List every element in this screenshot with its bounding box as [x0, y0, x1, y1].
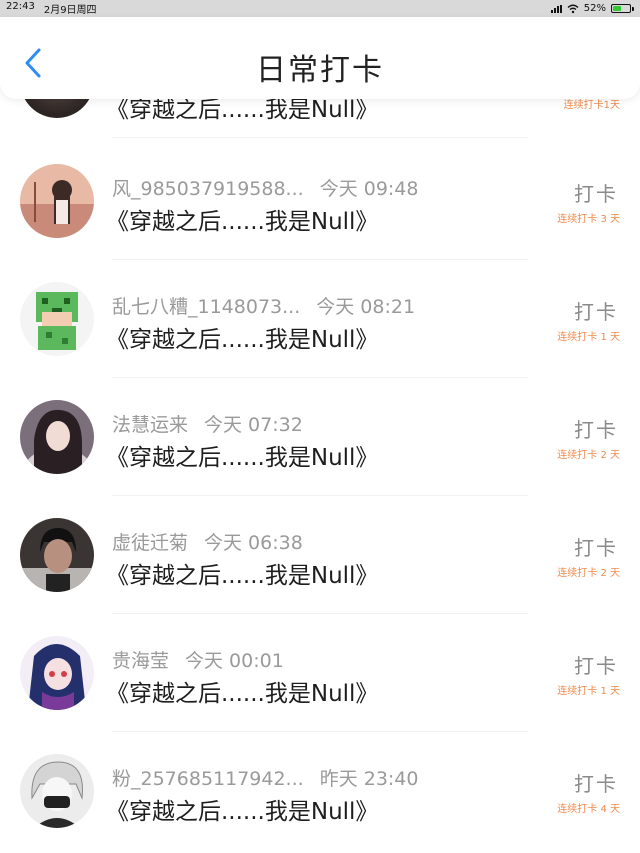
avatar	[20, 754, 94, 828]
book-title: 《穿越之后......我是Null》	[106, 681, 379, 707]
navigation-bar: 日常打卡	[0, 17, 640, 99]
checkin-time: 昨天 23:40	[319, 768, 419, 790]
battery-percent: 52%	[583, 3, 606, 14]
avatar	[20, 282, 94, 356]
book-title: 《穿越之后......我是Null》	[106, 563, 379, 589]
checkin-button[interactable]: 打卡	[574, 650, 618, 679]
wifi-icon	[567, 4, 579, 13]
signal-icon	[550, 4, 562, 13]
avatar	[20, 518, 94, 592]
user-name-line: 风_985037919588... 今天 09:48	[112, 174, 418, 201]
streak-label: 连续打卡 2 天	[557, 450, 620, 461]
status-date: 2月9日周四	[43, 5, 97, 16]
user-name: 粉_257685117942...	[112, 768, 304, 790]
checkin-time: 今天 00:01	[185, 650, 284, 672]
user-name-line: 虚徒迁菊 今天 06:38	[112, 528, 303, 555]
avatar	[20, 164, 94, 238]
user-name: 虚徒迁菊	[112, 532, 189, 554]
user-name-line: 法慧运来 今天 07:32	[112, 410, 303, 437]
user-name-line: 乱七八糟_1148073... 今天 08:21	[112, 292, 415, 319]
streak-label: 连续打卡 3 天	[557, 214, 620, 225]
streak-label: 连续打卡 1 天	[557, 332, 620, 343]
checkin-button[interactable]: 打卡	[574, 296, 618, 325]
user-name: 法慧运来	[112, 414, 189, 436]
list-item[interactable]: 贵海莹 今天 00:01 《穿越之后......我是Null》 打卡 连续打卡 1…	[0, 614, 640, 732]
page-title: 日常打卡	[256, 53, 384, 88]
user-name-line: 贵海莹 今天 00:01	[112, 646, 284, 673]
checkin-time: 今天 06:38	[204, 532, 303, 554]
checkin-button[interactable]: 打卡	[574, 178, 618, 207]
checkin-time: 今天 07:32	[204, 414, 303, 436]
divider	[112, 137, 528, 138]
book-title: 《穿越之后......我是Null》	[106, 209, 379, 235]
book-title: 《穿越之后......我是Null》	[106, 327, 379, 353]
user-name-line: 粉_257685117942... 昨天 23:40	[112, 764, 418, 791]
user-name: 风_985037919588...	[112, 178, 304, 200]
status-time: 22:43	[6, 1, 35, 12]
battery-icon	[611, 4, 634, 13]
checkin-list: 《穿越之后......我是Null》 连续打卡1天 风_985037919588…	[0, 0, 640, 853]
user-name: 乱七八糟_1148073...	[112, 296, 301, 318]
streak-label: 连续打卡 1 天	[557, 686, 620, 697]
streak-label: 连续打卡 2 天	[557, 568, 620, 579]
book-title: 《穿越之后......我是Null》	[106, 799, 379, 825]
list-item[interactable]: 法慧运来 今天 07:32 《穿越之后......我是Null》 打卡 连续打卡 …	[0, 378, 640, 496]
checkin-time: 今天 09:48	[319, 178, 419, 200]
list-item[interactable]: 虚徒迁菊 今天 06:38 《穿越之后......我是Null》 打卡 连续打卡 …	[0, 496, 640, 614]
list-item[interactable]: 风_985037919588... 今天 09:48 《穿越之后......我是N…	[0, 142, 640, 260]
avatar	[20, 400, 94, 474]
avatar	[20, 636, 94, 710]
list-item[interactable]: 乱七八糟_1148073... 今天 08:21 《穿越之后......我是Nul…	[0, 260, 640, 378]
checkin-button[interactable]: 打卡	[574, 414, 618, 443]
list-item[interactable]: 粉_257685117942... 昨天 23:40 《穿越之后......我是N…	[0, 732, 640, 850]
checkin-button[interactable]: 打卡	[574, 532, 618, 561]
status-bar: 22:43 2月9日周四 52%	[0, 0, 640, 17]
user-name: 贵海莹	[112, 650, 170, 672]
checkin-time: 今天 08:21	[316, 296, 416, 318]
checkin-button[interactable]: 打卡	[574, 768, 618, 797]
streak-label: 连续打卡 4 天	[557, 804, 620, 815]
book-title: 《穿越之后......我是Null》	[106, 445, 379, 471]
